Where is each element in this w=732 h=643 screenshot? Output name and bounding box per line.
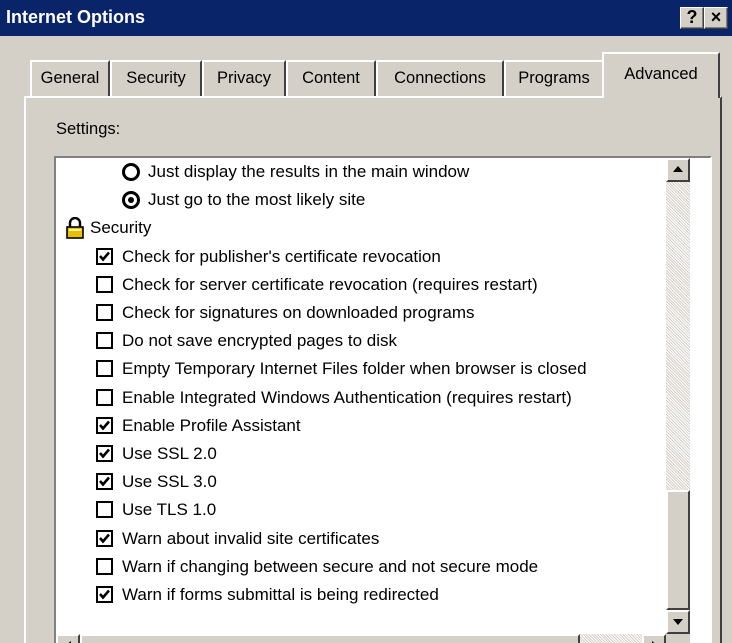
setting-label: Warn if forms submittal is being redirec… [122, 585, 439, 604]
scroll-left-button[interactable] [56, 634, 80, 643]
checkbox-option[interactable]: Warn about invalid site certificates [56, 525, 666, 553]
settings-rows: Just display the results in the main win… [56, 158, 666, 643]
tab-connections[interactable]: Connections [376, 60, 504, 96]
setting-label: Enable Integrated Windows Authentication… [122, 387, 572, 407]
checkbox-checked[interactable] [96, 416, 113, 434]
checkmark-icon [99, 251, 110, 262]
checkbox-unchecked[interactable] [96, 360, 113, 378]
setting-label: Use SSL 2.0 [122, 444, 217, 463]
settings-list[interactable]: Just display the results in the main win… [54, 156, 712, 643]
checkbox-option[interactable]: Enable Integrated Windows Authentication… [56, 384, 666, 412]
radio-dot [128, 197, 134, 204]
radio-unselected[interactable] [122, 163, 140, 181]
settings-group-security: Security [56, 214, 666, 242]
checkmark-icon [99, 448, 110, 459]
settings-label: Settings: [56, 120, 121, 138]
checkmark-icon [99, 589, 110, 600]
checkbox-checked[interactable] [96, 247, 113, 265]
setting-label: Just display the results in the main win… [148, 162, 470, 181]
horizontal-scroll-thumb[interactable] [80, 634, 580, 643]
setting-label: Do not save encrypted pages to disk [122, 331, 397, 351]
title-bar[interactable]: Internet Options ? × [0, 0, 732, 36]
checkbox-unchecked[interactable] [96, 557, 113, 575]
checkbox-unchecked[interactable] [96, 388, 113, 406]
checkbox-checked[interactable] [96, 473, 113, 491]
checkbox-option[interactable]: Check for publisher's certificate revoca… [56, 243, 666, 271]
checkmark-icon [99, 420, 110, 431]
vertical-scrollbar[interactable] [666, 158, 690, 634]
scroll-right-button[interactable] [642, 634, 666, 643]
arrow-down-icon [673, 619, 683, 625]
help-button[interactable]: ? [680, 7, 704, 29]
setting-label: Use TLS 1.0 [122, 500, 217, 520]
tab-general[interactable]: General [30, 60, 110, 96]
vertical-scroll-thumb[interactable] [666, 490, 690, 610]
checkbox-option[interactable]: Empty Temporary Internet Files folder wh… [56, 355, 666, 383]
lock-icon [66, 217, 84, 240]
checkbox-checked[interactable] [96, 445, 113, 462]
tab-content[interactable]: Content [286, 60, 376, 96]
checkbox-unchecked[interactable] [96, 304, 113, 321]
radio-option[interactable]: Just display the results in the main win… [56, 158, 666, 186]
horizontal-scrollbar[interactable] [56, 634, 666, 643]
checkbox-option[interactable]: Use SSL 2.0 [56, 440, 666, 468]
setting-label: Use SSL 3.0 [122, 472, 217, 492]
setting-label: Empty Temporary Internet Files folder wh… [122, 359, 587, 379]
checkbox-option[interactable]: Check for signatures on downloaded progr… [56, 299, 666, 327]
tab-programs[interactable]: Programs [504, 60, 604, 96]
checkbox-option[interactable]: Warn if changing between secure and not … [56, 553, 666, 581]
internet-options-window: Internet Options ? × General Security Pr… [0, 0, 732, 643]
arrow-up-icon [673, 166, 683, 172]
setting-label: Check for publisher's certificate revoca… [122, 246, 441, 266]
checkbox-option[interactable]: Do not save encrypted pages to disk [56, 327, 666, 355]
tab-advanced[interactable]: Advanced [602, 52, 720, 98]
setting-label: Just go to the most likely site [148, 190, 366, 210]
setting-label: Warn if changing between secure and not … [122, 556, 539, 576]
checkbox-option[interactable]: Warn if forms submittal is being redirec… [56, 581, 666, 609]
scrollbar-corner [666, 634, 690, 643]
setting-label: Warn about invalid site certificates [122, 528, 380, 548]
window-title: Internet Options [6, 7, 145, 27]
checkbox-option[interactable]: Enable Profile Assistant [56, 412, 666, 440]
radio-option[interactable]: Just go to the most likely site [56, 186, 666, 214]
setting-label: Security [90, 218, 152, 238]
radio-selected[interactable] [122, 191, 140, 210]
close-button[interactable]: × [704, 7, 728, 29]
tab-security[interactable]: Security [110, 60, 202, 96]
checkbox-unchecked[interactable] [96, 501, 113, 519]
checkbox-checked[interactable] [96, 586, 113, 603]
checkmark-icon [99, 533, 110, 544]
checkbox-option[interactable]: Check for server certificate revocation … [56, 271, 666, 299]
scroll-up-button[interactable] [666, 158, 690, 182]
checkbox-checked[interactable] [96, 529, 113, 547]
checkmark-icon [99, 476, 110, 487]
setting-label: Enable Profile Assistant [122, 415, 301, 435]
setting-label: Check for server certificate revocation … [122, 274, 538, 294]
tab-privacy[interactable]: Privacy [202, 60, 286, 96]
checkbox-unchecked[interactable] [96, 275, 113, 293]
advanced-panel: Settings: Just display the results in th… [24, 96, 722, 643]
checkbox-unchecked[interactable] [96, 332, 113, 350]
scroll-down-button[interactable] [666, 610, 690, 634]
checkbox-option[interactable]: Use SSL 3.0 [56, 468, 666, 496]
checkbox-option[interactable]: Use TLS 1.0 [56, 496, 666, 524]
setting-label: Check for signatures on downloaded progr… [122, 303, 475, 322]
